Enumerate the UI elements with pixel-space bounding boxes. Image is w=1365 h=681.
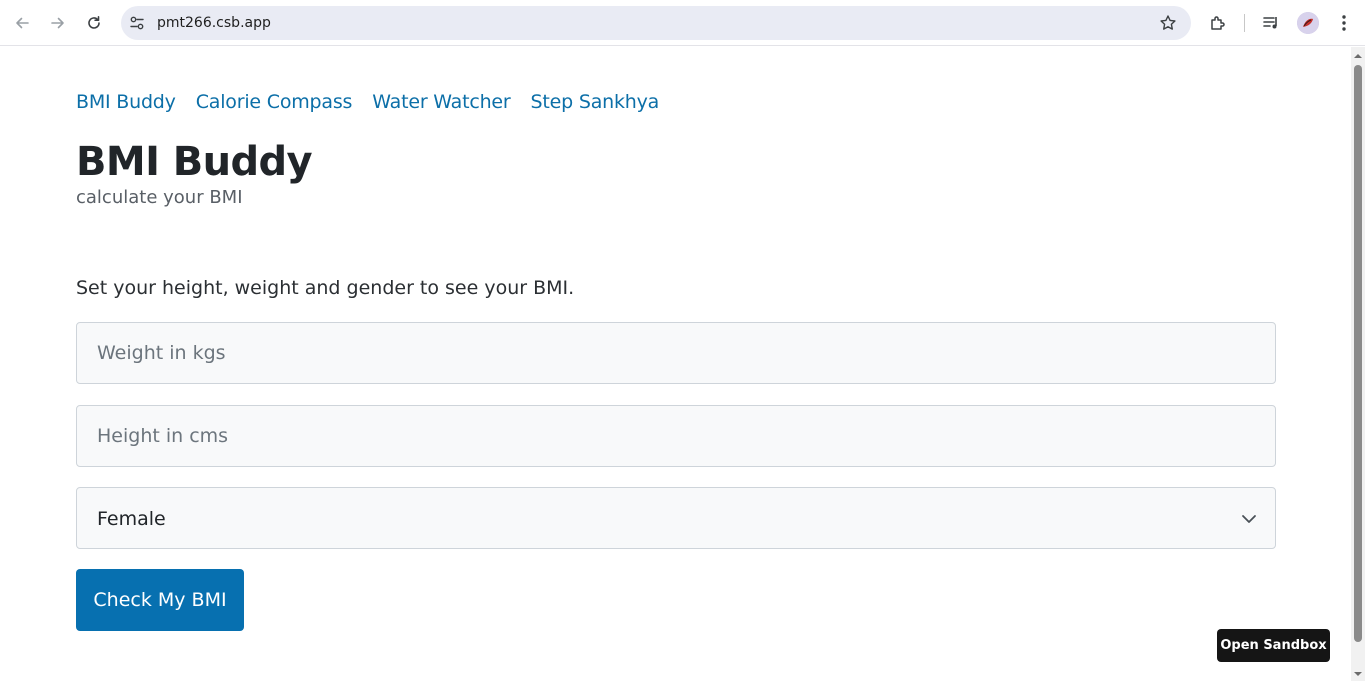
scroll-up-arrow-icon[interactable]: [1354, 52, 1362, 60]
media-control-icon[interactable]: [1260, 12, 1282, 34]
bookmark-star-icon[interactable]: [1159, 14, 1177, 32]
nav-link-bmi-buddy[interactable]: BMI Buddy: [76, 91, 176, 113]
app-nav: BMI Buddy Calorie Compass Water Watcher …: [76, 91, 659, 113]
gender-select[interactable]: Female: [76, 487, 1276, 549]
weight-input[interactable]: [76, 322, 1276, 384]
page-title: BMI Buddy: [76, 139, 313, 185]
address-bar[interactable]: pmt266.csb.app: [121, 6, 1191, 40]
forward-arrow-icon[interactable]: [46, 11, 70, 35]
profile-avatar[interactable]: [1297, 12, 1319, 34]
page-scrollbar[interactable]: [1351, 47, 1365, 681]
nav-link-water-watcher[interactable]: Water Watcher: [372, 91, 510, 113]
form-instruction: Set your height, weight and gender to se…: [76, 277, 575, 299]
url-text[interactable]: pmt266.csb.app: [157, 15, 271, 31]
page-content: BMI Buddy Calorie Compass Water Watcher …: [0, 47, 1351, 681]
chevron-down-icon: [1242, 515, 1256, 523]
scrollbar-thumb[interactable]: [1354, 65, 1362, 642]
check-bmi-button[interactable]: Check My BMI: [76, 569, 244, 631]
site-settings-icon[interactable]: [129, 15, 145, 31]
gender-select-value: Female: [97, 508, 166, 530]
back-arrow-icon[interactable]: [10, 11, 34, 35]
extensions-icon[interactable]: [1207, 12, 1229, 34]
nav-link-step-sankhya[interactable]: Step Sankhya: [531, 91, 660, 113]
open-sandbox-button[interactable]: Open Sandbox: [1217, 629, 1330, 662]
toolbar-divider: [1244, 14, 1245, 32]
scroll-down-arrow-icon[interactable]: [1354, 670, 1362, 678]
browser-toolbar: pmt266.csb.app: [0, 0, 1365, 46]
nav-link-calorie-compass[interactable]: Calorie Compass: [196, 91, 353, 113]
reload-icon[interactable]: [82, 11, 106, 35]
height-input[interactable]: [76, 405, 1276, 467]
page-subtitle: calculate your BMI: [76, 187, 243, 208]
menu-kebab-icon[interactable]: [1333, 12, 1355, 34]
